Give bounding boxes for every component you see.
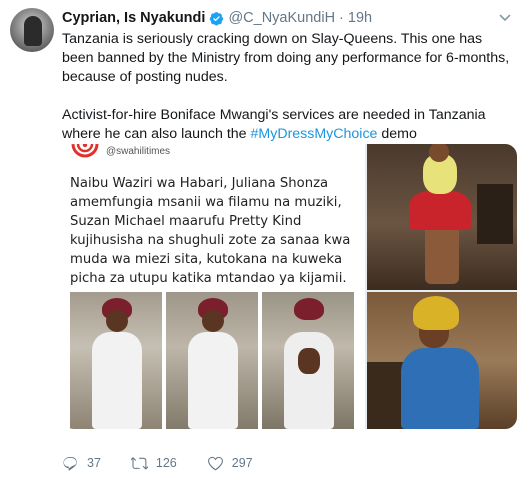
like-button[interactable]: 297	[207, 455, 253, 472]
paragraph-2-end: demo	[377, 126, 417, 142]
author-handle[interactable]: @C_NyaKundiH	[228, 10, 335, 26]
swahilitimes-logo-icon	[71, 144, 99, 158]
photo-legs	[425, 224, 459, 284]
like-count: 297	[231, 456, 253, 470]
reply-button[interactable]: 37	[62, 455, 101, 472]
hashtag-link[interactable]: #MyDressMyChoice	[251, 126, 378, 142]
photo-face	[202, 310, 224, 332]
heart-icon	[207, 456, 223, 470]
retweet-count: 126	[155, 456, 177, 470]
avatar-figure	[24, 16, 42, 46]
verified-badge-icon	[210, 11, 224, 25]
tweet-paragraph-2: Activist-for-hire Boniface Mwangi's serv…	[62, 106, 517, 144]
photo-face	[106, 310, 128, 332]
tweet-text: Tanzania is seriously cracking down on S…	[62, 30, 517, 144]
media-grid[interactable]: @swahilitimes Naibu Waziri wa Habari, Ju…	[62, 144, 517, 429]
source-handle: @swahilitimes	[106, 146, 171, 157]
tweet-paragraph-1: Tanzania is seriously cracking down on S…	[62, 31, 510, 85]
photo-table	[477, 184, 513, 244]
media-image-main[interactable]: @swahilitimes Naibu Waziri wa Habari, Ju…	[62, 144, 365, 429]
photo-hair	[294, 298, 324, 320]
media-caption: Naibu Waziri wa Habari, Juliana Shonza a…	[70, 176, 351, 286]
avatar[interactable]	[10, 8, 54, 52]
chevron-down-icon[interactable]	[499, 12, 511, 24]
photo-back	[262, 292, 354, 429]
media-image-bottom-right[interactable]	[367, 292, 517, 429]
photo-dress	[401, 348, 479, 429]
photo-dress	[188, 332, 238, 429]
tweet[interactable]: Cyprian, Is Nyakundi @C_NyaKundiH · 19h …	[0, 0, 525, 480]
author-name[interactable]: Cyprian, Is Nyakundi	[62, 10, 205, 26]
tweet-timestamp[interactable]: 19h	[348, 10, 372, 26]
photo-dress	[284, 332, 334, 429]
photo-front-2	[166, 292, 258, 429]
tweet-actions: 37 126 297	[62, 452, 283, 474]
reply-icon	[63, 456, 77, 471]
photo-open-back	[298, 348, 320, 374]
retweet-button[interactable]: 126	[130, 455, 177, 472]
photo-red-skirt	[409, 190, 471, 230]
photo-dress	[92, 332, 142, 429]
media-image-top-right[interactable]	[367, 144, 517, 290]
separator-dot: ·	[339, 10, 344, 26]
reply-count: 37	[87, 456, 101, 470]
retweet-icon	[130, 456, 148, 469]
tweet-header: Cyprian, Is Nyakundi @C_NyaKundiH · 19h	[62, 8, 372, 28]
photo-head-wrap	[413, 296, 459, 330]
photo-front	[70, 292, 162, 429]
